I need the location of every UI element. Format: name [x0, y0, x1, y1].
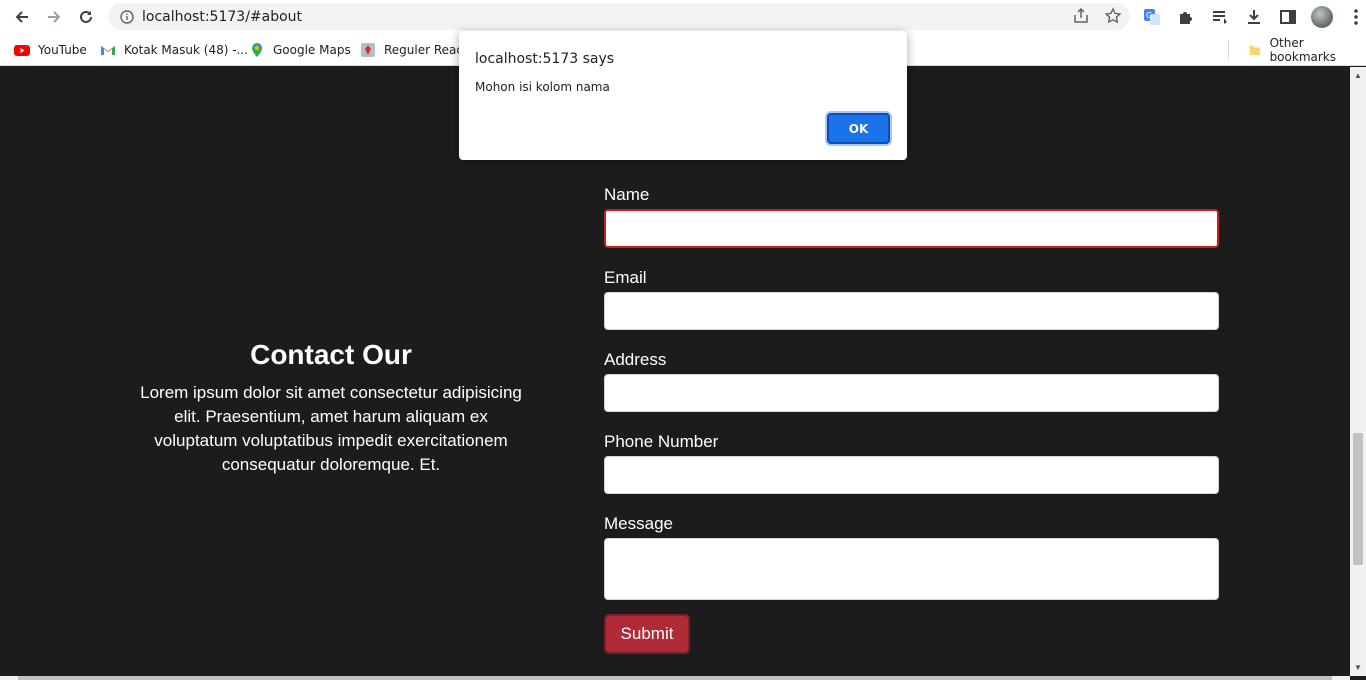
address-field[interactable] [604, 374, 1219, 412]
bookmarks-divider [1228, 40, 1229, 60]
forward-arrow-icon [48, 11, 61, 23]
back-button[interactable] [6, 1, 38, 33]
bookmark-label: Reguler React [384, 43, 468, 57]
youtube-icon [14, 45, 30, 56]
svg-text:G: G [1146, 11, 1152, 20]
url-text: localhost:5173/#about [142, 8, 303, 25]
bookmark-label: YouTube [38, 43, 87, 57]
email-field[interactable] [604, 292, 1219, 330]
dialog-title: localhost:5173 says [475, 51, 615, 67]
contact-intro: Contact Our Lorem ipsum dolor sit amet c… [140, 339, 522, 477]
name-label: Name [604, 185, 650, 204]
share-icon[interactable] [1072, 7, 1090, 25]
reading-list-icon[interactable] [1208, 5, 1232, 29]
browser-toolbar: localhost:5173/#about G [0, 0, 1366, 34]
phone-label: Phone Number [604, 432, 719, 451]
avatar [1311, 6, 1333, 28]
bookmark-favicon [361, 43, 375, 57]
horizontal-scroll-thumb[interactable] [18, 676, 1332, 680]
bookmark-gmail[interactable]: Kotak Masuk (48) -... [92, 38, 256, 62]
gmail-icon [101, 46, 115, 55]
address-bar[interactable]: localhost:5173/#about [108, 3, 1130, 30]
contact-heading: Contact Our [250, 339, 412, 370]
other-bookmarks-label: Other bookmarks [1269, 36, 1336, 64]
site-info-icon[interactable] [120, 9, 134, 24]
contact-form: Name Email Address Phone Number Message … [604, 185, 1219, 654]
bookmark-reguler-react[interactable]: Reguler React [352, 38, 476, 62]
name-field[interactable] [604, 209, 1219, 248]
submit-button[interactable]: Submit [604, 614, 690, 654]
side-panel-icon[interactable] [1276, 5, 1300, 29]
other-bookmarks-folder[interactable]: Other bookmarks [1240, 36, 1366, 64]
bookmark-star-icon[interactable] [1104, 7, 1122, 25]
message-textarea[interactable] [604, 538, 1219, 600]
scroll-down-arrow-icon[interactable]: ▼ [1350, 659, 1366, 675]
extensions-puzzle-icon[interactable] [1174, 5, 1198, 29]
bookmark-label: Kotak Masuk (48) -... [124, 43, 248, 57]
back-arrow-icon [15, 11, 28, 23]
forward-button[interactable] [38, 1, 70, 33]
profile-avatar[interactable] [1310, 5, 1334, 29]
contact-description: Lorem ipsum dolor sit amet consectetur a… [140, 383, 522, 474]
address-label: Address [604, 350, 667, 369]
ok-button[interactable]: OK [827, 113, 890, 144]
scroll-up-arrow-icon[interactable]: ▲ [1350, 67, 1366, 83]
alert-dialog: localhost:5173 says Mohon isi kolom nama… [459, 31, 907, 160]
menu-kebab-icon[interactable] [1344, 5, 1366, 29]
bookmark-google-maps[interactable]: Google Maps [241, 38, 359, 62]
translate-extension-icon[interactable]: G [1140, 5, 1164, 29]
dialog-message: Mohon isi kolom nama [475, 80, 610, 94]
maps-icon [252, 43, 262, 57]
bookmark-youtube[interactable]: YouTube [6, 38, 95, 62]
email-label: Email [604, 268, 647, 287]
horizontal-scrollbar[interactable] [0, 676, 1350, 680]
bookmark-label: Google Maps [273, 43, 351, 57]
vertical-scrollbar[interactable]: ▲ ▼ [1350, 67, 1366, 676]
reload-button[interactable] [70, 1, 102, 33]
downloads-icon[interactable] [1242, 5, 1266, 29]
vertical-scroll-thumb[interactable] [1353, 433, 1363, 565]
folder-icon [1249, 45, 1260, 56]
reload-icon [80, 10, 92, 23]
phone-field[interactable] [604, 456, 1219, 494]
message-label: Message [604, 514, 673, 533]
